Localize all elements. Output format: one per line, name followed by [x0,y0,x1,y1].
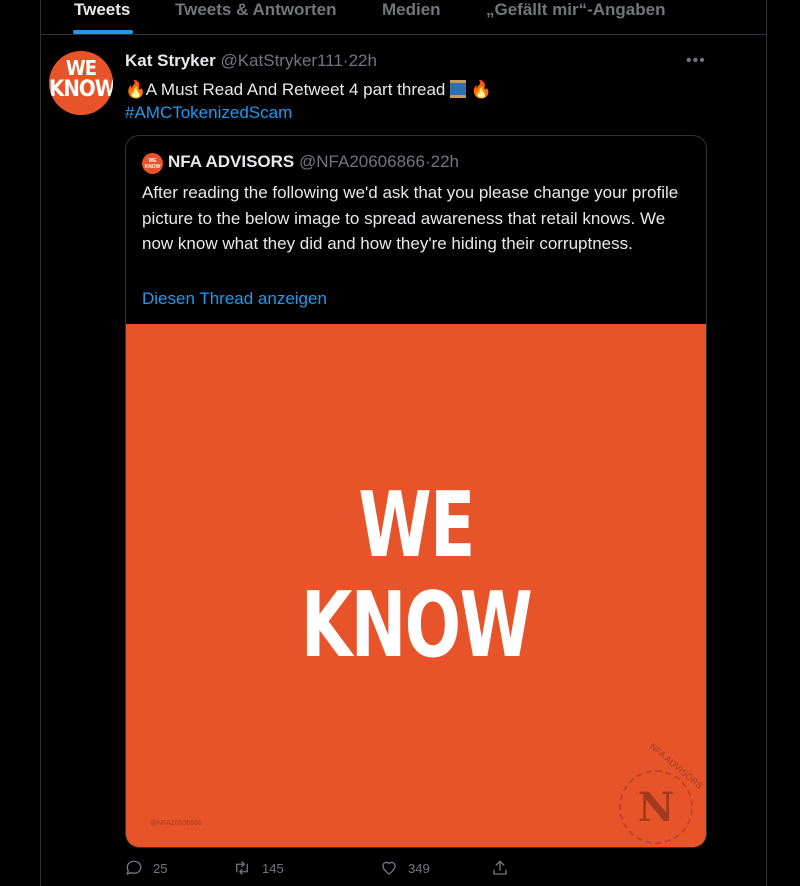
heart-icon [382,861,396,875]
tab-media[interactable]: Medien [382,0,441,20]
quote-avatar[interactable]: WE KNOW [142,153,163,174]
like-count: 349 [408,861,430,876]
quote-time[interactable]: 22h [431,152,459,171]
share-icon [493,860,507,875]
like-button[interactable]: 349 [380,859,430,877]
reply-icon [126,860,142,876]
retweet-button[interactable]: 145 [232,859,284,877]
quote-author-handle[interactable]: @NFA20606866 [299,152,425,171]
quote-image[interactable]: WE KNOW @NFA20606866 N NFA ADVISORS [126,324,706,847]
image-headline-line1: WE [358,473,475,578]
quoted-tweet[interactable]: WE KNOW NFA ADVISORS @NFA20606866·22h Af… [125,135,707,848]
more-options-icon[interactable]: ••• [686,52,706,70]
retweet-icon [236,861,248,875]
show-thread-link[interactable]: Diesen Thread anzeigen [142,289,327,309]
avatar-label-line2: KNOW [49,77,113,102]
tab-tweets-and-replies[interactable]: Tweets & Antworten [175,0,337,20]
author-name[interactable]: Kat Stryker [125,51,216,70]
image-headline-line2: KNOW [300,573,533,678]
fire-icon: 🔥 [125,80,147,99]
image-watermark: @NFA20606866 [150,820,202,827]
image-headline: WE KNOW [178,476,654,676]
hashtag-link[interactable]: #AMCTokenizedScam [125,103,292,123]
tweet-actions: 25 145 349 [125,859,705,881]
profile-tabs: Tweets Tweets & Antworten Medien „Gefäll… [41,0,766,35]
tweet-text: 🔥 A Must Read And Retweet 4 part thread … [125,77,493,103]
timeline-column: Tweets Tweets & Antworten Medien „Gefäll… [40,0,767,886]
retweet-count: 145 [262,861,284,876]
active-tab-indicator [73,30,133,34]
tweet-header: Kat Stryker @KatStryker111·22h [125,51,377,71]
author-handle[interactable]: @KatStryker111 [220,51,342,70]
reply-count: 25 [153,861,168,876]
quote-header: NFA ADVISORS @NFA20606866·22h [168,152,459,172]
avatar-label: WE KNOW [49,57,113,101]
seal-letter: N [637,784,675,831]
fire-icon: 🔥 [470,80,493,99]
share-button[interactable] [491,859,519,877]
quote-text: After reading the following we'd ask tha… [142,183,679,253]
tweet-text-body: A Must Read And Retweet 4 part thread [145,80,446,99]
tab-likes[interactable]: „Gefällt mir“-Angaben [486,0,665,20]
avatar-label-line1: WE [65,56,97,80]
spool-icon [450,80,467,98]
tab-tweets[interactable]: Tweets [74,0,130,20]
quote-author-name[interactable]: NFA ADVISORS [168,152,294,171]
nfa-seal-logo: N NFA ADVISORS [619,741,705,844]
tweet-time[interactable]: 22h [349,51,377,70]
avatar[interactable]: WE KNOW [49,51,113,115]
reply-button[interactable]: 25 [125,859,167,877]
